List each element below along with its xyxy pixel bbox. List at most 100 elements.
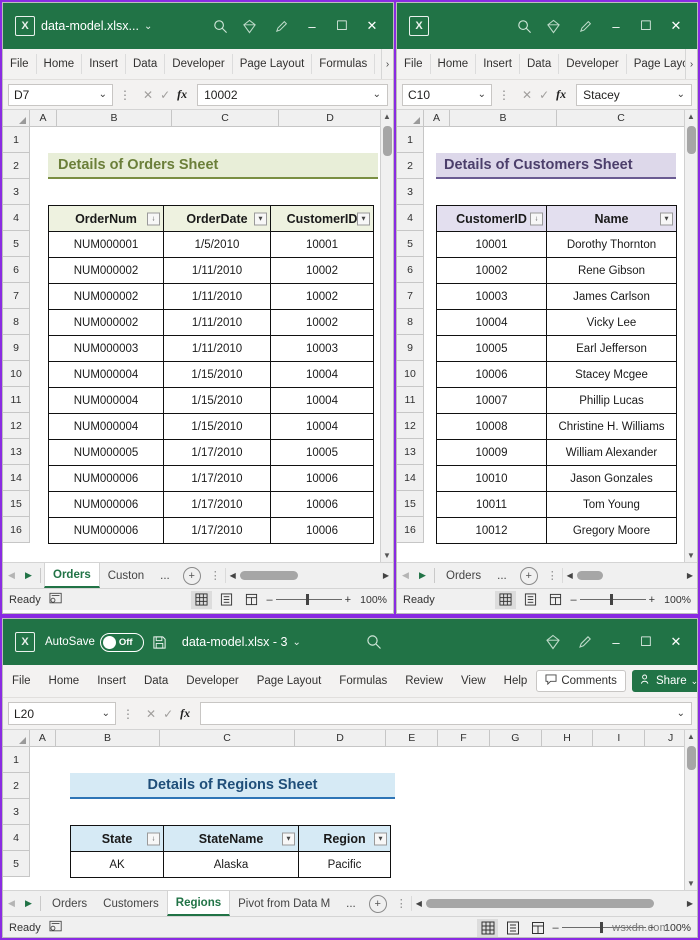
column-header-a[interactable]: A bbox=[30, 110, 57, 126]
zoom-out-button[interactable]: – bbox=[266, 594, 272, 606]
zoom-knob[interactable] bbox=[609, 593, 613, 605]
search-icon[interactable] bbox=[361, 629, 387, 655]
table-cell[interactable]: 10006 bbox=[270, 491, 374, 518]
ribbon-tab-review[interactable]: Review bbox=[396, 671, 452, 691]
table-cell[interactable]: 1/15/2010 bbox=[163, 361, 271, 388]
column-customerid[interactable]: CustomerID ▾ bbox=[270, 205, 374, 232]
row-header[interactable]: 1 bbox=[3, 747, 29, 773]
row-header[interactable]: 2 bbox=[397, 153, 423, 179]
table-cell[interactable]: Earl Jefferson bbox=[546, 335, 677, 362]
scroll-down-arrow-icon[interactable]: ▼ bbox=[687, 877, 695, 890]
scrollbar-thumb[interactable] bbox=[686, 126, 696, 154]
table-cell[interactable]: NUM000006 bbox=[48, 517, 164, 544]
page-break-preview-icon[interactable] bbox=[527, 919, 548, 937]
status-bar-customers[interactable]: Ready – + 100% bbox=[397, 588, 697, 610]
filter-dropdown-icon[interactable]: ▾ bbox=[660, 212, 673, 225]
table-cell[interactable]: NUM000006 bbox=[48, 491, 164, 518]
tab-scroll-left-icon[interactable]: ◀ bbox=[397, 570, 414, 581]
formula-expand-chevron-icon[interactable]: ⌄ bbox=[677, 89, 685, 100]
table-row[interactable]: 10005 Earl Jefferson bbox=[436, 335, 677, 362]
column-header-b[interactable]: B bbox=[450, 110, 557, 126]
ribbon-tab-home[interactable]: Home bbox=[431, 54, 477, 74]
ribbon-tab-insert[interactable]: Insert bbox=[82, 54, 126, 74]
row-header[interactable]: 11 bbox=[3, 387, 29, 413]
row-header[interactable]: 6 bbox=[397, 257, 423, 283]
tab-options-icon[interactable]: ⋮ bbox=[543, 569, 562, 582]
maximize-button[interactable]: ☐ bbox=[631, 628, 661, 656]
column-header-b[interactable]: B bbox=[57, 110, 172, 126]
table-cell[interactable]: Vicky Lee bbox=[546, 309, 677, 336]
chevron-down-icon[interactable]: ⌄ bbox=[292, 637, 300, 648]
table-cell[interactable]: 1/17/2010 bbox=[163, 465, 271, 492]
zoom-knob[interactable] bbox=[600, 921, 604, 933]
table-row[interactable]: 10004 Vicky Lee bbox=[436, 309, 677, 336]
table-cell[interactable]: 10002 bbox=[436, 257, 547, 284]
formula-bar-regions[interactable]: L20 ⌄ ⋮ ✕ ✓ fx ⌄ bbox=[3, 698, 697, 730]
column-name[interactable]: Name ▾ bbox=[546, 205, 677, 232]
normal-view-icon[interactable] bbox=[477, 918, 499, 937]
zoom-out-button[interactable]: – bbox=[552, 922, 558, 934]
row-header[interactable]: 14 bbox=[3, 465, 29, 491]
column-header-e[interactable]: E bbox=[386, 730, 439, 746]
tab-scroll-left-icon[interactable]: ◀ bbox=[3, 570, 20, 581]
row-header[interactable]: 5 bbox=[3, 851, 29, 877]
table-cell[interactable]: 1/11/2010 bbox=[163, 309, 271, 336]
table-cell[interactable]: 1/17/2010 bbox=[163, 517, 271, 544]
grid-orders[interactable]: A B C D 1 2 3 4 5 6 7 8 9 10 11 12 13 14… bbox=[3, 110, 393, 562]
table-cell[interactable]: NUM000002 bbox=[48, 257, 164, 284]
sheet-tab-bar-customers[interactable]: ◀ ▶ Orders ... + ⋮ ◀ ▶ bbox=[397, 562, 697, 588]
table-row[interactable]: 10001 Dorothy Thornton bbox=[436, 231, 677, 258]
hscroll-left-arrow-icon[interactable]: ◀ bbox=[563, 571, 577, 580]
ribbon-tab-file[interactable]: File bbox=[3, 54, 37, 74]
zoom-in-button[interactable]: + bbox=[649, 594, 655, 606]
name-box[interactable]: L20 ⌄ bbox=[8, 702, 116, 725]
filter-dropdown-icon[interactable]: ▾ bbox=[282, 832, 295, 845]
table-row[interactable]: AK Alaska Pacific bbox=[70, 851, 391, 878]
grid-body[interactable]: 1 2 3 4 5 6 7 8 9 10 11 12 13 14 15 16 D… bbox=[397, 127, 697, 544]
table-row[interactable]: 10009 William Alexander bbox=[436, 439, 677, 466]
table-cell[interactable]: NUM000004 bbox=[48, 413, 164, 440]
table-cell[interactable]: 1/15/2010 bbox=[163, 413, 271, 440]
share-button[interactable]: Share ⌄ bbox=[631, 670, 697, 692]
table-cell[interactable]: NUM000002 bbox=[48, 309, 164, 336]
filter-dropdown-icon[interactable]: ▾ bbox=[374, 832, 387, 845]
sheet-tab-more[interactable]: ... bbox=[152, 563, 178, 588]
comments-button[interactable]: Comments bbox=[536, 670, 626, 692]
formula-expand-chevron-icon[interactable]: ⌄ bbox=[373, 89, 381, 100]
table-cell[interactable]: Rene Gibson bbox=[546, 257, 677, 284]
sheet-tab-customers[interactable]: Custon bbox=[100, 563, 152, 588]
titlebar-customers[interactable]: X – ☐ ✕ bbox=[397, 3, 697, 49]
table-row[interactable]: NUM000001 1/5/2010 10001 bbox=[48, 231, 374, 258]
table-row[interactable]: NUM000006 1/17/2010 10006 bbox=[48, 491, 374, 518]
scroll-down-arrow-icon[interactable]: ▼ bbox=[687, 549, 695, 562]
sheet-tab-more[interactable]: ... bbox=[338, 891, 364, 916]
autosave-toggle[interactable]: AutoSave Off bbox=[45, 632, 144, 652]
horizontal-scrollbar-orders[interactable]: ◀ ▶ bbox=[224, 568, 393, 583]
column-header-d[interactable]: D bbox=[294, 730, 387, 746]
table-cell[interactable]: 10006 bbox=[270, 465, 374, 492]
row-header[interactable]: 4 bbox=[397, 205, 423, 231]
minimize-button[interactable]: – bbox=[297, 12, 327, 40]
column-header-b[interactable]: B bbox=[55, 730, 161, 746]
status-bar-orders[interactable]: Ready – + 100% bbox=[3, 588, 393, 610]
ribbon-tab-data[interactable]: Data bbox=[135, 671, 177, 691]
scroll-up-arrow-icon[interactable]: ▲ bbox=[383, 110, 391, 123]
table-cell[interactable]: 10001 bbox=[436, 231, 547, 258]
table-cell[interactable]: Christine H. Williams bbox=[546, 413, 677, 440]
insert-function-icon[interactable]: fx bbox=[556, 87, 566, 102]
row-header[interactable]: 6 bbox=[3, 257, 29, 283]
hscroll-right-arrow-icon[interactable]: ▶ bbox=[379, 571, 393, 580]
page-break-preview-icon[interactable] bbox=[545, 591, 566, 609]
sort-filter-icon[interactable]: ↓ bbox=[147, 212, 160, 225]
formula-bar-actions[interactable]: ✕ ✓ fx bbox=[140, 703, 196, 725]
table-cell[interactable]: Dorothy Thornton bbox=[546, 231, 677, 258]
excel-window-orders[interactable]: X data-model.xlsx... ⌄ – ☐ ✕ File Home I… bbox=[2, 2, 394, 614]
table-cell[interactable]: Alaska bbox=[163, 851, 299, 878]
ribbon-overflow-chevron-icon[interactable]: › bbox=[685, 49, 697, 79]
row-header[interactable]: 13 bbox=[397, 439, 423, 465]
scroll-up-arrow-icon[interactable]: ▲ bbox=[687, 730, 695, 743]
grid-body[interactable]: 1 2 3 4 5 6 7 8 9 10 11 12 13 14 15 16 D… bbox=[3, 127, 393, 544]
ribbon-tab-file[interactable]: File bbox=[3, 671, 40, 691]
hscroll-right-arrow-icon[interactable]: ▶ bbox=[683, 899, 697, 908]
table-cell[interactable]: 10002 bbox=[270, 283, 374, 310]
